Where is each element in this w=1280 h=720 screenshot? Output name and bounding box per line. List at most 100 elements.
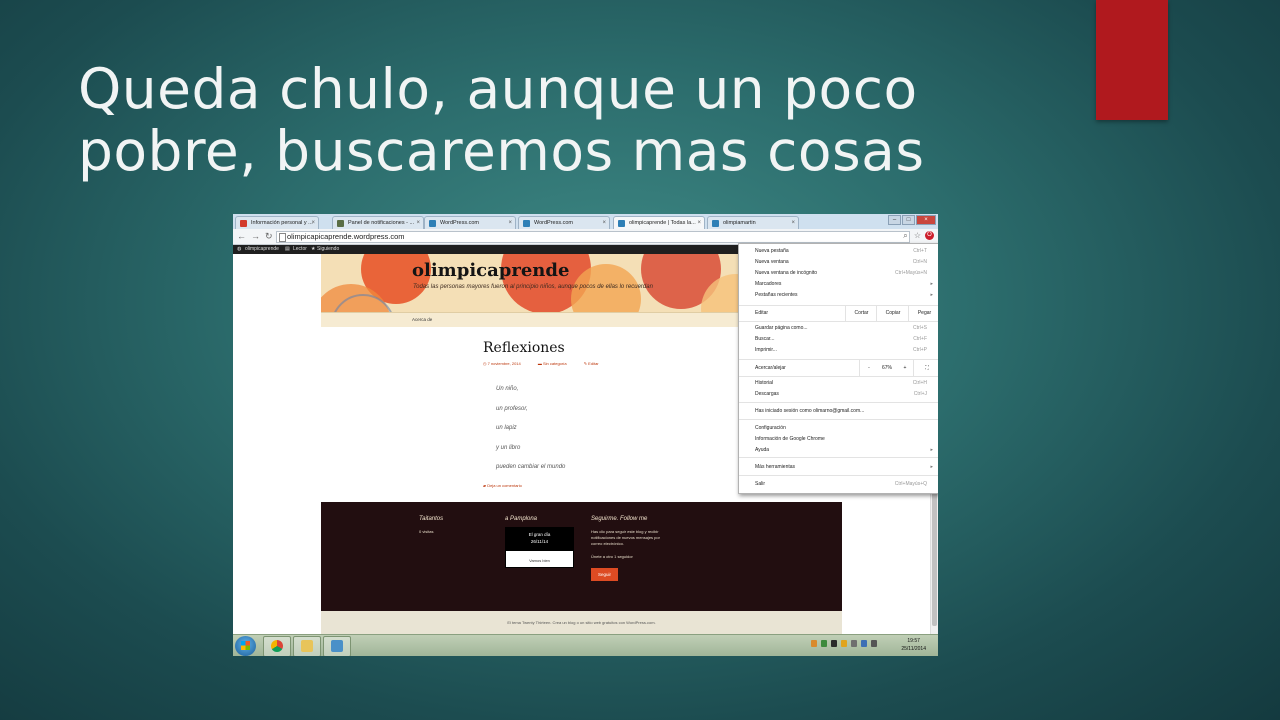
menu-label: Marcadores	[755, 281, 782, 287]
menu-item-recent-tabs[interactable]: Pestañas recientes ▸	[755, 291, 933, 299]
opera-extension-icon[interactable]: O	[925, 231, 934, 240]
slide-title-line-1: Queda chulo, aunque un poco	[78, 57, 918, 121]
tab-notificaciones[interactable]: Panel de notificaciones - ... ×	[332, 216, 424, 229]
post-meta: ◷ 7 noviembre, 2014 ▬ Sin categoría ✎ Ed…	[483, 361, 615, 366]
post-date[interactable]: ◷ 7 noviembre, 2014	[483, 361, 529, 366]
submenu-arrow-icon: ▸	[930, 447, 933, 453]
countdown-top: El gran día 26/11/14	[506, 528, 573, 551]
star-icon[interactable]: ☆	[913, 231, 922, 240]
forward-icon[interactable]: →	[251, 231, 260, 241]
post-category[interactable]: ▬ Sin categoría	[538, 361, 575, 366]
admin-following-link[interactable]: Siguiendo	[317, 245, 339, 254]
tab-label: WordPress.com	[534, 220, 574, 226]
address-bar[interactable]: olimpicapicaprende.wordpress.com	[276, 231, 910, 243]
menu-paste-button[interactable]: Pegar	[908, 306, 938, 321]
close-tab-icon[interactable]: ×	[602, 217, 606, 229]
menu-item-bookmarks[interactable]: Marcadores ▸	[755, 280, 933, 288]
tray-icon[interactable]	[841, 640, 847, 647]
close-tab-icon[interactable]: ×	[697, 217, 701, 229]
tab-label: Panel de notificaciones - ...	[348, 220, 415, 226]
close-tab-icon[interactable]: ×	[508, 217, 512, 229]
network-icon[interactable]	[861, 640, 867, 647]
menu-separator	[739, 402, 938, 403]
widget-title-taitantos: Taitantos	[419, 516, 444, 522]
taskbar-clock[interactable]: 19:57 25/11/2014	[901, 637, 926, 653]
search-icon[interactable]: ⌕	[901, 231, 910, 240]
tab-olimpiamartin[interactable]: olimpiamartin ×	[707, 216, 799, 229]
tray-icon[interactable]	[851, 640, 857, 647]
tab-label: WordPress.com	[440, 220, 480, 226]
taskbar-explorer[interactable]	[293, 636, 321, 656]
menu-item-exit[interactable]: Salir Ctrl+Mayús+Q	[755, 480, 933, 488]
menu-label: Guardar página como...	[755, 325, 808, 331]
tray-icon[interactable]	[811, 640, 817, 647]
admin-reader-link[interactable]: Lector	[293, 245, 307, 254]
admin-site-link[interactable]: olimpicaprende	[245, 245, 279, 254]
wp-logo-icon[interactable]: ◍	[237, 245, 241, 254]
countdown-bottom: Vamos bien	[529, 558, 550, 563]
menu-edit-row: Editar Cortar Copiar Pegar	[739, 305, 938, 322]
menu-item-more-tools[interactable]: Más herramientas ▸	[755, 463, 933, 471]
tray-icon[interactable]	[831, 640, 837, 647]
reload-icon[interactable]: ↻	[265, 231, 273, 241]
tab-info-personal[interactable]: Información personal y ... ×	[235, 216, 319, 229]
countdown-title: El gran día	[528, 532, 551, 537]
menu-separator	[739, 457, 938, 458]
follow-button[interactable]: Seguir	[591, 568, 618, 581]
credits-text[interactable]: El tema Twenty Thirteen. Crea un blog o …	[507, 620, 655, 625]
back-icon[interactable]: ←	[237, 231, 246, 241]
menu-item-new-window[interactable]: Nueva ventana Ctrl+N	[755, 258, 933, 266]
tray-icon[interactable]	[821, 640, 827, 647]
fullscreen-icon[interactable]: ⛶	[913, 360, 938, 376]
close-tab-icon[interactable]: ×	[416, 217, 420, 229]
menu-item-help[interactable]: Ayuda ▸	[755, 446, 933, 454]
menu-item-signed-in[interactable]: Has iniciado sesión como olimarno@gmail.…	[755, 407, 933, 415]
tab-wordpress-1[interactable]: WordPress.com ×	[424, 216, 516, 229]
menu-label: Nueva ventana de incógnito	[755, 270, 817, 276]
close-tab-icon[interactable]: ×	[791, 217, 795, 229]
menu-item-find[interactable]: Buscar... Ctrl+F	[755, 335, 933, 343]
page-icon	[279, 233, 286, 242]
post-edit[interactable]: ✎ Editar	[584, 361, 607, 366]
tab-olimpicaprende[interactable]: olimpicaprende | Todas la... ×	[613, 216, 705, 229]
menu-zoom-row: Acercar/alejar - 67% + ⛶	[739, 359, 938, 377]
post-category-text: Sin categoría	[543, 361, 567, 366]
site-title[interactable]: olimpicaprende	[412, 260, 569, 281]
leave-comment-link[interactable]: ▰ Deja un comentario	[483, 483, 522, 488]
zoom-out-button[interactable]: -	[859, 360, 878, 376]
menu-copy-button[interactable]: Copiar	[876, 306, 909, 321]
widget-visits: 0 visitas	[419, 529, 434, 534]
tab-label: olimpicaprende | Todas la...	[629, 220, 696, 226]
volume-icon[interactable]	[871, 640, 877, 647]
menu-item-about[interactable]: Información de Google Chrome	[755, 435, 933, 443]
menu-cut-button[interactable]: Cortar	[845, 306, 877, 321]
window-controls: – □ ×	[888, 215, 936, 225]
menu-item-new-tab[interactable]: Nueva pestaña Ctrl+T	[755, 247, 933, 255]
menu-label: Imprimir...	[755, 347, 777, 353]
menu-item-save-page[interactable]: Guardar página como... Ctrl+S	[755, 324, 933, 332]
taskbar-chrome[interactable]	[263, 636, 291, 656]
maximize-icon[interactable]: □	[902, 215, 915, 225]
menu-item-settings[interactable]: Configuración	[755, 424, 933, 432]
post-title[interactable]: Reflexiones	[483, 340, 565, 356]
menu-item-history[interactable]: Historial Ctrl+H	[755, 379, 933, 387]
nav-item-acerca[interactable]: Acerca de	[412, 317, 432, 322]
close-window-icon[interactable]: ×	[916, 215, 936, 225]
taskbar-paint[interactable]	[323, 636, 351, 656]
close-tab-icon[interactable]: ×	[311, 217, 315, 229]
menu-item-print[interactable]: Imprimir... Ctrl+P	[755, 346, 933, 354]
start-button[interactable]	[235, 636, 256, 656]
menu-shortcut: Ctrl+S	[912, 325, 927, 331]
menu-label: Información de Google Chrome	[755, 436, 825, 442]
minimize-icon[interactable]: –	[888, 215, 901, 225]
menu-shortcut: Ctrl+J	[913, 391, 927, 397]
menu-item-incognito[interactable]: Nueva ventana de incógnito Ctrl+Mayús+N	[755, 269, 933, 277]
zoom-in-button[interactable]: +	[897, 360, 913, 376]
tab-wordpress-2[interactable]: WordPress.com ×	[518, 216, 610, 229]
menu-item-downloads[interactable]: Descargas Ctrl+J	[755, 390, 933, 398]
panel-icon	[337, 220, 344, 227]
system-tray	[811, 640, 877, 647]
wordpress-icon	[712, 220, 719, 227]
menu-label: Nueva ventana	[755, 259, 789, 265]
slide-title-line-2: pobre, buscaremos mas cosas	[78, 119, 925, 183]
